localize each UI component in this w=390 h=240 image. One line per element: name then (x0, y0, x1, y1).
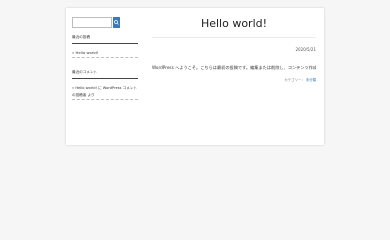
list-item[interactable]: » Hello world! (72, 50, 138, 58)
category-link[interactable]: 未分類 (306, 78, 316, 82)
recent-comments-list: » Hello world! に WordPress コメントの投稿者 より (72, 85, 138, 100)
category-label: カテゴリー： (284, 78, 305, 82)
post-date: 2020/5/21 (295, 47, 316, 52)
recent-posts-title: 最近の投稿 (72, 35, 138, 44)
post-title[interactable]: Hello world! (152, 17, 316, 38)
recent-comment-text[interactable]: » Hello world! に WordPress コメントの投稿者 より (72, 86, 137, 97)
list-item[interactable]: » Hello world! に WordPress コメントの投稿者 より (72, 85, 138, 100)
search-input[interactable] (72, 17, 112, 28)
search-form (72, 17, 138, 28)
recent-post-link[interactable]: » Hello world! (72, 50, 98, 55)
post-meta: カテゴリー： 未分類 (152, 77, 316, 82)
search-button[interactable] (113, 17, 120, 28)
search-icon (114, 20, 119, 25)
recent-posts-list: » Hello world! (72, 50, 138, 58)
main-content: Hello world! 2020/5/21 WordPress へようこそ。こ… (152, 17, 316, 82)
page-container: 最近の投稿 » Hello world! 最近のコメント » Hello wor… (66, 8, 324, 145)
sidebar: 最近の投稿 » Hello world! 最近のコメント » Hello wor… (72, 17, 138, 100)
post-body: WordPress へようこそ。こちらは最初の投稿です。編集または削除し、コンテ… (152, 65, 316, 70)
recent-comments-title: 最近のコメント (72, 70, 138, 79)
